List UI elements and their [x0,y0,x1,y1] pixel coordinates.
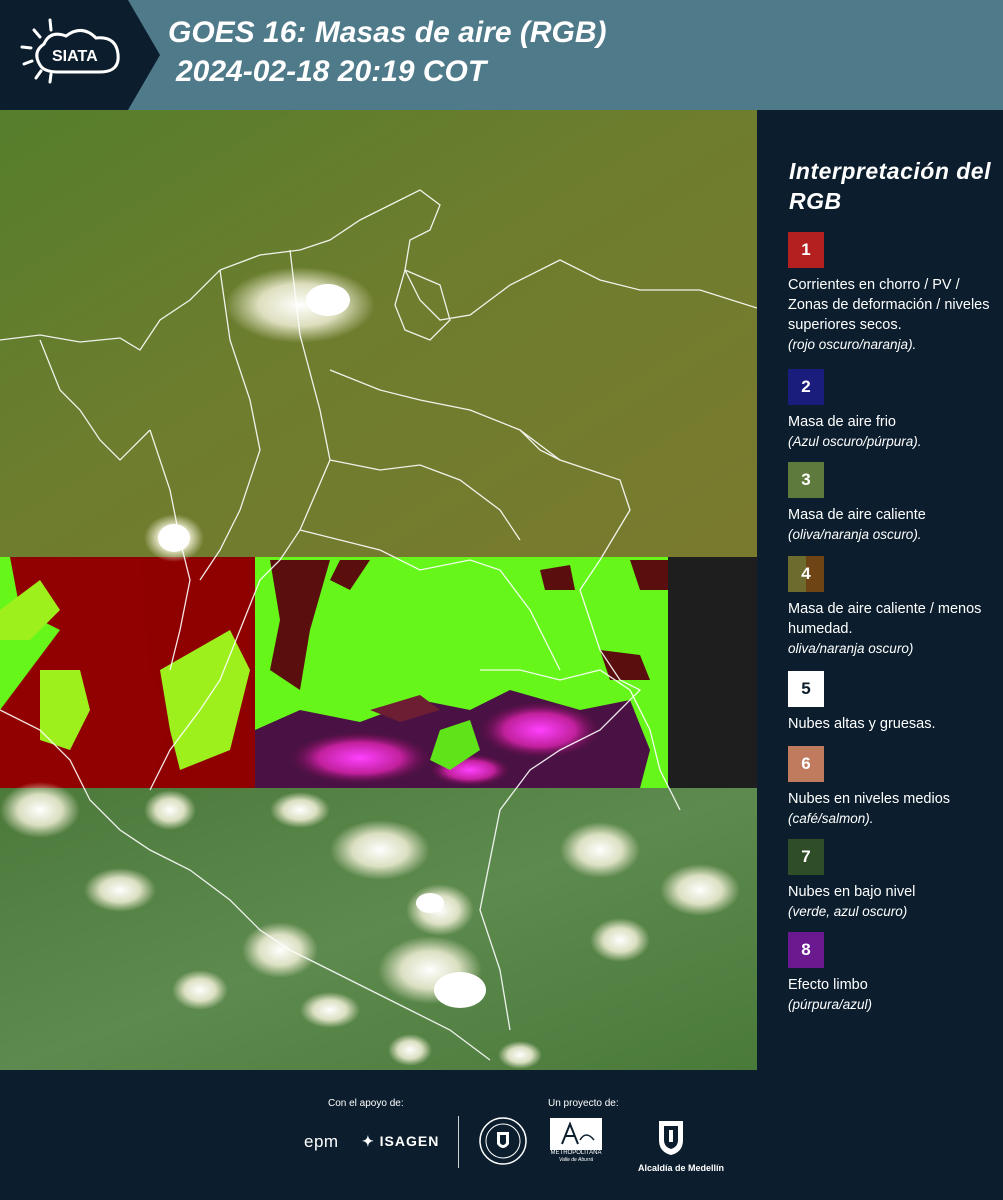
legend-label-7: Nubes en bajo nivel [788,884,916,900]
header-bar: SIATA GOES 16: Masas de aire (RGB) 2024-… [0,0,1003,110]
legend-item-5: 5 Nubes altas y gruesas. [788,671,1000,734]
university-seal-icon [478,1116,528,1171]
footer-divider [458,1116,459,1168]
legend-label-4: Masa de aire caliente / menos humedad. [788,601,982,637]
legend-item-1: 1 Corrientes en chorro / PV / Zonas de d… [788,232,1000,355]
legend-sub-6: (café/salmon). [788,811,874,826]
legend-label-2: Masa de aire frio [788,414,896,430]
siata-logo: SIATA [0,0,160,110]
legend-item-4: 4 Masa de aire caliente / menos humedad.… [788,556,1000,659]
legend-swatch-2: 2 [788,369,824,405]
legend-sub-7: (verde, azul oscuro) [788,904,908,919]
legend-item-2: 2 Masa de aire frio (Azul oscuro/púrpura)… [788,369,1000,452]
siata-logo-text: SIATA [52,48,98,65]
project-label: Un proyecto de: [548,1098,619,1109]
map-band-middle [0,557,757,788]
legend-label-5: Nubes altas y gruesas. [788,716,936,732]
legend-label-6: Nubes en niveles medios [788,791,951,807]
epm-logo: epm [304,1132,339,1151]
legend-item-8: 8 Efecto limbo (púrpura/azul) [788,932,1000,1015]
footer: Con el apoyo de: Un proyecto de: epm ✦ I… [0,1070,1003,1200]
support-label: Con el apoyo de: [328,1098,404,1109]
legend-sub-4: oliva/naranja oscuro) [788,641,914,656]
legend-swatch-1: 1 [788,232,824,268]
legend-swatch-8: 8 [788,932,824,968]
area-metropolitana-logo: METROPOLITANA Valle de Aburrá [550,1118,602,1163]
page-title: GOES 16: Masas de aire (RGB) [168,16,607,49]
legend-swatch-6: 6 [788,746,824,782]
legend-label-8: Efecto limbo [788,977,868,993]
image-timestamp: 2024-02-18 20:19 COT [176,55,487,88]
alcaldia-medellin-logo: Alcaldía de Medellín [638,1118,725,1173]
legend-label-1: Corrientes en chorro / PV / Zonas de def… [788,277,990,333]
area-line1: METROPOLITANA [550,1150,602,1156]
area-line2: Valle de Aburrá [558,1157,594,1163]
legend-label-3: Masa de aire caliente [788,507,926,523]
legend-sub-1: (rojo oscuro/naranja). [788,337,917,352]
legend-item-7: 7 Nubes en bajo nivel (verde, azul oscuro… [788,839,1000,922]
map-band-top [0,110,757,557]
legend-swatch-3: 3 [788,462,824,498]
satellite-rgb-map [0,110,757,1070]
isagen-logo: ✦ ISAGEN [362,1133,440,1149]
legend-panel: Interpretación del RGB 1 Corrientes en c… [760,110,1003,1070]
legend-swatch-7: 7 [788,839,824,875]
legend-sub-8: (púrpura/azul) [788,997,873,1012]
legend-title: Interpretación del RGB [789,158,991,214]
medellin-shield-icon [659,1121,683,1155]
legend-swatch-5: 5 [788,671,824,707]
legend-sub-3: (oliva/naranja oscuro). [788,527,922,542]
legend-item-6: 6 Nubes en niveles medios (café/salmon). [788,746,1000,829]
medellin-label: Alcaldía de Medellín [638,1163,725,1173]
legend-swatch-4: 4 [788,556,824,592]
legend-sub-2: (Azul oscuro/púrpura). [788,434,922,449]
legend-item-3: 3 Masa de aire caliente (oliva/naranja os… [788,462,1000,545]
